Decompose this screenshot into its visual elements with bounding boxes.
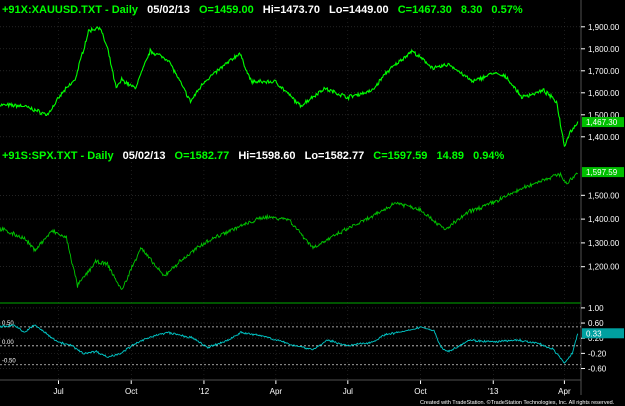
x-tick-label: Jul [343,387,353,396]
spx-low: Lo=1582.77 [305,150,365,162]
gold-pct: 0.57% [491,4,522,16]
spx-header: +91S:SPX.TXT - Daily 05/02/13 O=1582.77 … [2,150,504,162]
spx-pct: 0.94% [473,150,504,162]
spx-date: 05/02/13 [123,150,166,162]
gold-low: Lo=1449.00 [329,4,389,16]
x-tick-label: Apr [558,387,571,396]
spx-close: C=1597.59 [373,150,427,162]
y-tick-label: 1,800.00 [588,45,620,54]
x-tick-label: Apr [270,387,283,396]
y-tick-label: 1,200.00 [588,263,620,272]
copyright-footer: Created with TradeStation. ©TradeStation… [420,399,615,406]
gold-high: Hi=1473.70 [263,4,320,16]
y-tick-label: 1.00 [588,304,604,313]
gold-last-value-label: 1,467.30 [586,118,618,127]
corr-last-value-label: 0.33 [586,329,602,338]
reference-line-label: 0.00 [2,340,14,346]
gold-header: +91X:XAUUSD.TXT - Daily 05/02/13 O=1459.… [2,4,523,16]
x-tick-label: Jul [53,387,63,396]
y-tick-label: 1,500.00 [588,191,620,200]
y-tick-label: 1,400.00 [588,215,620,224]
x-tick-label: '12 [199,387,210,396]
y-tick-label: -0.20 [588,349,607,358]
x-tick-label: '13 [488,387,499,396]
x-tick-label: Oct [414,387,427,396]
spx-change: 14.89 [436,150,464,162]
reference-line-label: -0.50 [2,359,16,365]
y-tick-label: 0.60 [588,319,604,328]
gold-symbol: +91X:XAUUSD.TXT - Daily [2,4,139,16]
gold-open: O=1459.00 [199,4,254,16]
y-tick-label: 1,600.00 [588,89,620,98]
x-tick-label: Oct [125,387,138,396]
gold-change: 8.30 [461,4,482,16]
y-tick-label: 1,400.00 [588,133,620,142]
gold-close: C=1467.30 [398,4,452,16]
spx-symbol: +91S:SPX.TXT - Daily [2,150,114,162]
spx-last-value-label: 1,597.59 [586,168,618,177]
y-tick-label: -0.60 [588,365,607,374]
y-tick-label: 1,900.00 [588,23,620,32]
gold-date: 05/02/13 [147,4,190,16]
spx-high: Hi=1598.60 [238,150,295,162]
y-tick-label: 1,700.00 [588,67,620,76]
spx-open: O=1582.77 [175,150,230,162]
y-tick-label: 1,300.00 [588,239,620,248]
chart-canvas: 0.500.00-0.50 1,900.001,800.001,700.001,… [0,0,625,406]
